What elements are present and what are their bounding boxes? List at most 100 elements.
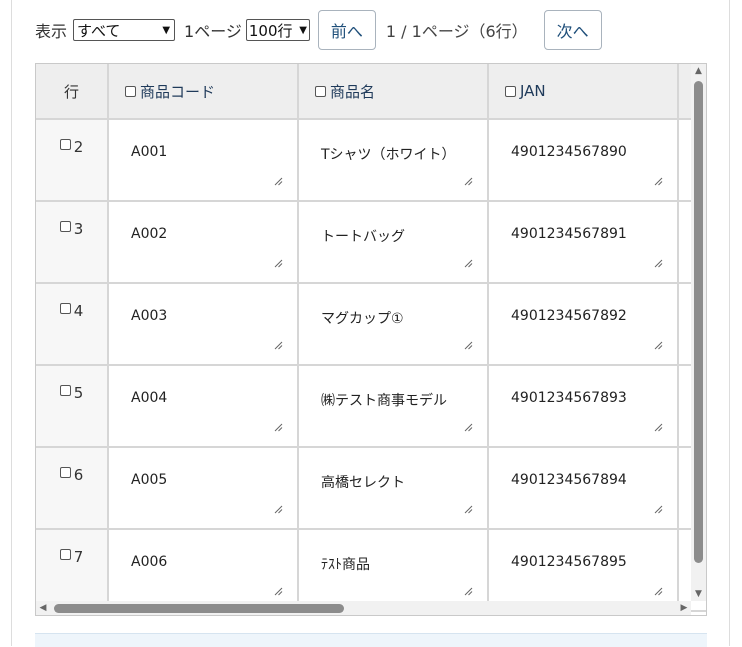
next-page-button[interactable]: 次へ — [543, 10, 602, 50]
checkbox-icon[interactable] — [59, 549, 71, 560]
resize-grip-icon[interactable] — [464, 259, 473, 268]
cell-value: 4901234567892 — [511, 308, 627, 324]
grid-cell[interactable]: 高橋セレクト — [299, 448, 489, 530]
row-header[interactable]: 7 — [36, 530, 109, 612]
pagination-toolbar: 表示 すべて ▼ 1ページ 100行 ▼ 前へ 1 / 1ページ（6行） 次へ — [35, 10, 602, 50]
checkbox-icon[interactable] — [315, 85, 326, 97]
rows-per-page-value: 100行 — [248, 21, 293, 40]
vertical-scroll-thumb[interactable] — [694, 81, 703, 563]
page-border-left — [11, 0, 12, 646]
rows-per-page-select[interactable]: 100行 ▼ — [245, 19, 310, 41]
filter-select-value: すべて — [77, 21, 121, 40]
vertical-scrollbar[interactable]: ▲ ▼ — [691, 64, 706, 601]
checkbox-icon[interactable] — [59, 385, 71, 396]
resize-grip-icon[interactable] — [274, 587, 283, 596]
arrow-down-icon[interactable]: ▼ — [691, 587, 706, 601]
resize-grip-icon[interactable] — [464, 505, 473, 514]
resize-grip-icon[interactable] — [274, 505, 283, 514]
resize-grip-icon[interactable] — [654, 423, 663, 432]
cell-value: 4901234567890 — [511, 144, 627, 160]
resize-grip-icon[interactable] — [654, 505, 663, 514]
display-label: 表示 — [35, 22, 68, 41]
row-header[interactable]: 5 — [36, 366, 109, 448]
grid-cell[interactable]: ﾃｽﾄ商品 — [299, 530, 489, 612]
grid-cell[interactable]: ㈱テスト商事モデル — [299, 366, 489, 448]
cell-value: 4901234567891 — [511, 226, 627, 242]
row-number: 4 — [73, 302, 84, 320]
column-header-label: 商品名 — [330, 82, 376, 101]
checkbox-icon[interactable] — [505, 85, 516, 97]
grid-cell[interactable]: 4901234567892 — [489, 284, 679, 366]
grid-cell[interactable]: A004 — [109, 366, 299, 448]
grid-cell[interactable]: 4901234567891 — [489, 202, 679, 284]
cell-value: ㈱テスト商事モデル — [321, 393, 447, 409]
grid-cell[interactable]: Tシャツ（ホワイト） — [299, 120, 489, 202]
resize-grip-icon[interactable] — [464, 587, 473, 596]
checkbox-icon[interactable] — [59, 139, 71, 150]
cell-value: A005 — [131, 472, 168, 488]
grid-cell[interactable]: A006 — [109, 530, 299, 612]
row-number: 3 — [73, 220, 84, 238]
grid-cell[interactable]: マグカップ① — [299, 284, 489, 366]
row-header[interactable]: 6 — [36, 448, 109, 530]
resize-grip-icon[interactable] — [464, 341, 473, 350]
arrow-up-icon[interactable]: ▲ — [691, 64, 706, 78]
column-header-jan[interactable]: JAN — [489, 64, 679, 120]
cell-value: ﾃｽﾄ商品 — [321, 557, 370, 573]
grid-cell[interactable]: A002 — [109, 202, 299, 284]
horizontal-scrollbar[interactable]: ◀ ▶ — [36, 601, 691, 615]
horizontal-scroll-thumb[interactable] — [54, 604, 344, 613]
row-header[interactable]: 2 — [36, 120, 109, 202]
chevron-down-icon: ▼ — [299, 24, 307, 36]
grid-cell[interactable]: 4901234567894 — [489, 448, 679, 530]
grid-cell[interactable]: A001 — [109, 120, 299, 202]
page-info: 1 / 1ページ（6行） — [385, 22, 528, 41]
column-header-label: 商品コード — [140, 82, 216, 101]
row-number: 7 — [73, 548, 84, 566]
grid-cell[interactable]: A003 — [109, 284, 299, 366]
cell-value: A006 — [131, 554, 168, 570]
chevron-down-icon: ▼ — [162, 24, 171, 36]
resize-grip-icon[interactable] — [654, 587, 663, 596]
resize-grip-icon[interactable] — [654, 341, 663, 350]
data-grid: 行 商品コード 商品名 JAN 2 A001 Tシャツ（ホワイト） 490123… — [35, 63, 707, 616]
cell-value: 4901234567895 — [511, 554, 627, 570]
row-header[interactable]: 4 — [36, 284, 109, 366]
resize-grip-icon[interactable] — [274, 423, 283, 432]
resize-grip-icon[interactable] — [654, 177, 663, 186]
grid-cell[interactable]: トートバッグ — [299, 202, 489, 284]
page-border-right — [729, 0, 730, 646]
prev-page-button[interactable]: 前へ — [317, 10, 376, 50]
cell-value: Tシャツ（ホワイト） — [321, 147, 456, 163]
checkbox-icon[interactable] — [59, 221, 71, 232]
checkbox-icon[interactable] — [125, 85, 136, 97]
resize-grip-icon[interactable] — [464, 177, 473, 186]
column-header-product-code[interactable]: 商品コード — [109, 64, 299, 120]
checkbox-icon[interactable] — [59, 467, 71, 478]
grid-cell[interactable]: 4901234567890 — [489, 120, 679, 202]
resize-grip-icon[interactable] — [464, 423, 473, 432]
row-header[interactable]: 3 — [36, 202, 109, 284]
column-header-product-name[interactable]: 商品名 — [299, 64, 489, 120]
resize-grip-icon[interactable] — [274, 341, 283, 350]
checkbox-icon[interactable] — [59, 303, 71, 314]
cell-value: マグカップ① — [321, 311, 404, 327]
per-page-label: 1ページ — [184, 22, 242, 41]
row-number: 2 — [73, 138, 84, 156]
row-number-header-label: 行 — [63, 82, 79, 101]
resize-grip-icon[interactable] — [654, 259, 663, 268]
filter-select[interactable]: すべて ▼ — [73, 19, 176, 41]
arrow-left-icon[interactable]: ◀ — [36, 601, 50, 615]
row-number: 5 — [73, 384, 84, 402]
arrow-right-icon[interactable]: ▶ — [677, 601, 691, 615]
cell-value: 4901234567893 — [511, 390, 627, 406]
resize-grip-icon[interactable] — [274, 259, 283, 268]
cell-value: A004 — [131, 390, 168, 406]
grid-cell[interactable]: 4901234567895 — [489, 530, 679, 612]
grid-cell[interactable]: A005 — [109, 448, 299, 530]
row-number: 6 — [73, 466, 84, 484]
cell-value: A003 — [131, 308, 168, 324]
cell-value: トートバッグ — [321, 229, 405, 245]
grid-cell[interactable]: 4901234567893 — [489, 366, 679, 448]
resize-grip-icon[interactable] — [274, 177, 283, 186]
